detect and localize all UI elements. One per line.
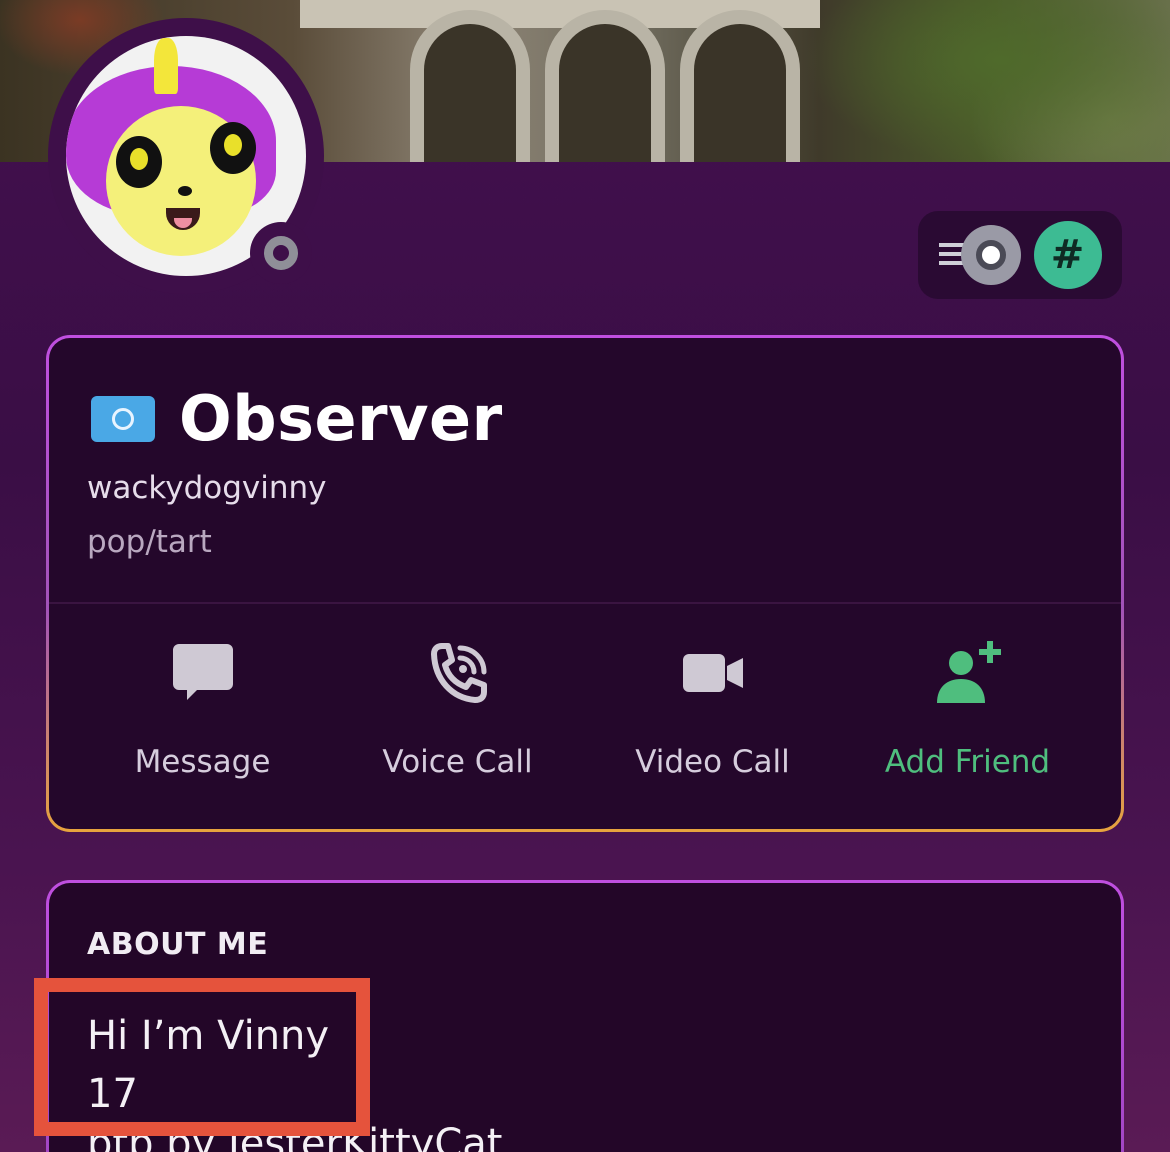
add-user-icon	[933, 638, 1003, 708]
highlight-box	[34, 978, 370, 1136]
username: wackydogvinny	[87, 470, 327, 506]
add-friend-label: Add Friend	[884, 744, 1051, 780]
badge-list: #	[918, 211, 1122, 299]
action-bar: Message Voice Call Video Call Add Friend	[49, 638, 1121, 780]
banner-arch	[410, 10, 530, 162]
avatar-eye	[210, 122, 256, 174]
offline-status-icon	[250, 222, 312, 284]
message-button[interactable]: Message	[83, 638, 323, 780]
hashtag-badge-icon[interactable]: #	[1033, 221, 1102, 289]
video-call-button[interactable]: Video Call	[593, 638, 833, 780]
voice-call-button[interactable]: Voice Call	[338, 638, 578, 780]
display-name: Observer	[179, 382, 503, 455]
banner-arch	[680, 10, 800, 162]
name-row: Observer	[91, 382, 503, 455]
speed-badge-icon[interactable]	[938, 225, 1021, 285]
avatar-nose	[178, 186, 192, 196]
video-call-label: Video Call	[635, 744, 790, 780]
about-me-heading: ABOUT ME	[87, 927, 269, 962]
phone-icon	[426, 638, 490, 708]
voice-call-label: Voice Call	[382, 744, 533, 780]
chat-bubble-icon	[171, 638, 235, 708]
message-label: Message	[134, 744, 271, 780]
add-friend-button[interactable]: Add Friend	[848, 638, 1088, 780]
profile-card: Observer wackydogvinny pop/tart Message	[46, 335, 1124, 832]
video-camera-icon	[681, 638, 745, 708]
un-flag-icon	[91, 395, 155, 442]
avatar-horn	[154, 38, 178, 94]
banner-arch	[545, 10, 665, 162]
divider	[49, 602, 1121, 604]
avatar-eye	[116, 136, 162, 188]
pronouns: pop/tart	[87, 524, 212, 560]
